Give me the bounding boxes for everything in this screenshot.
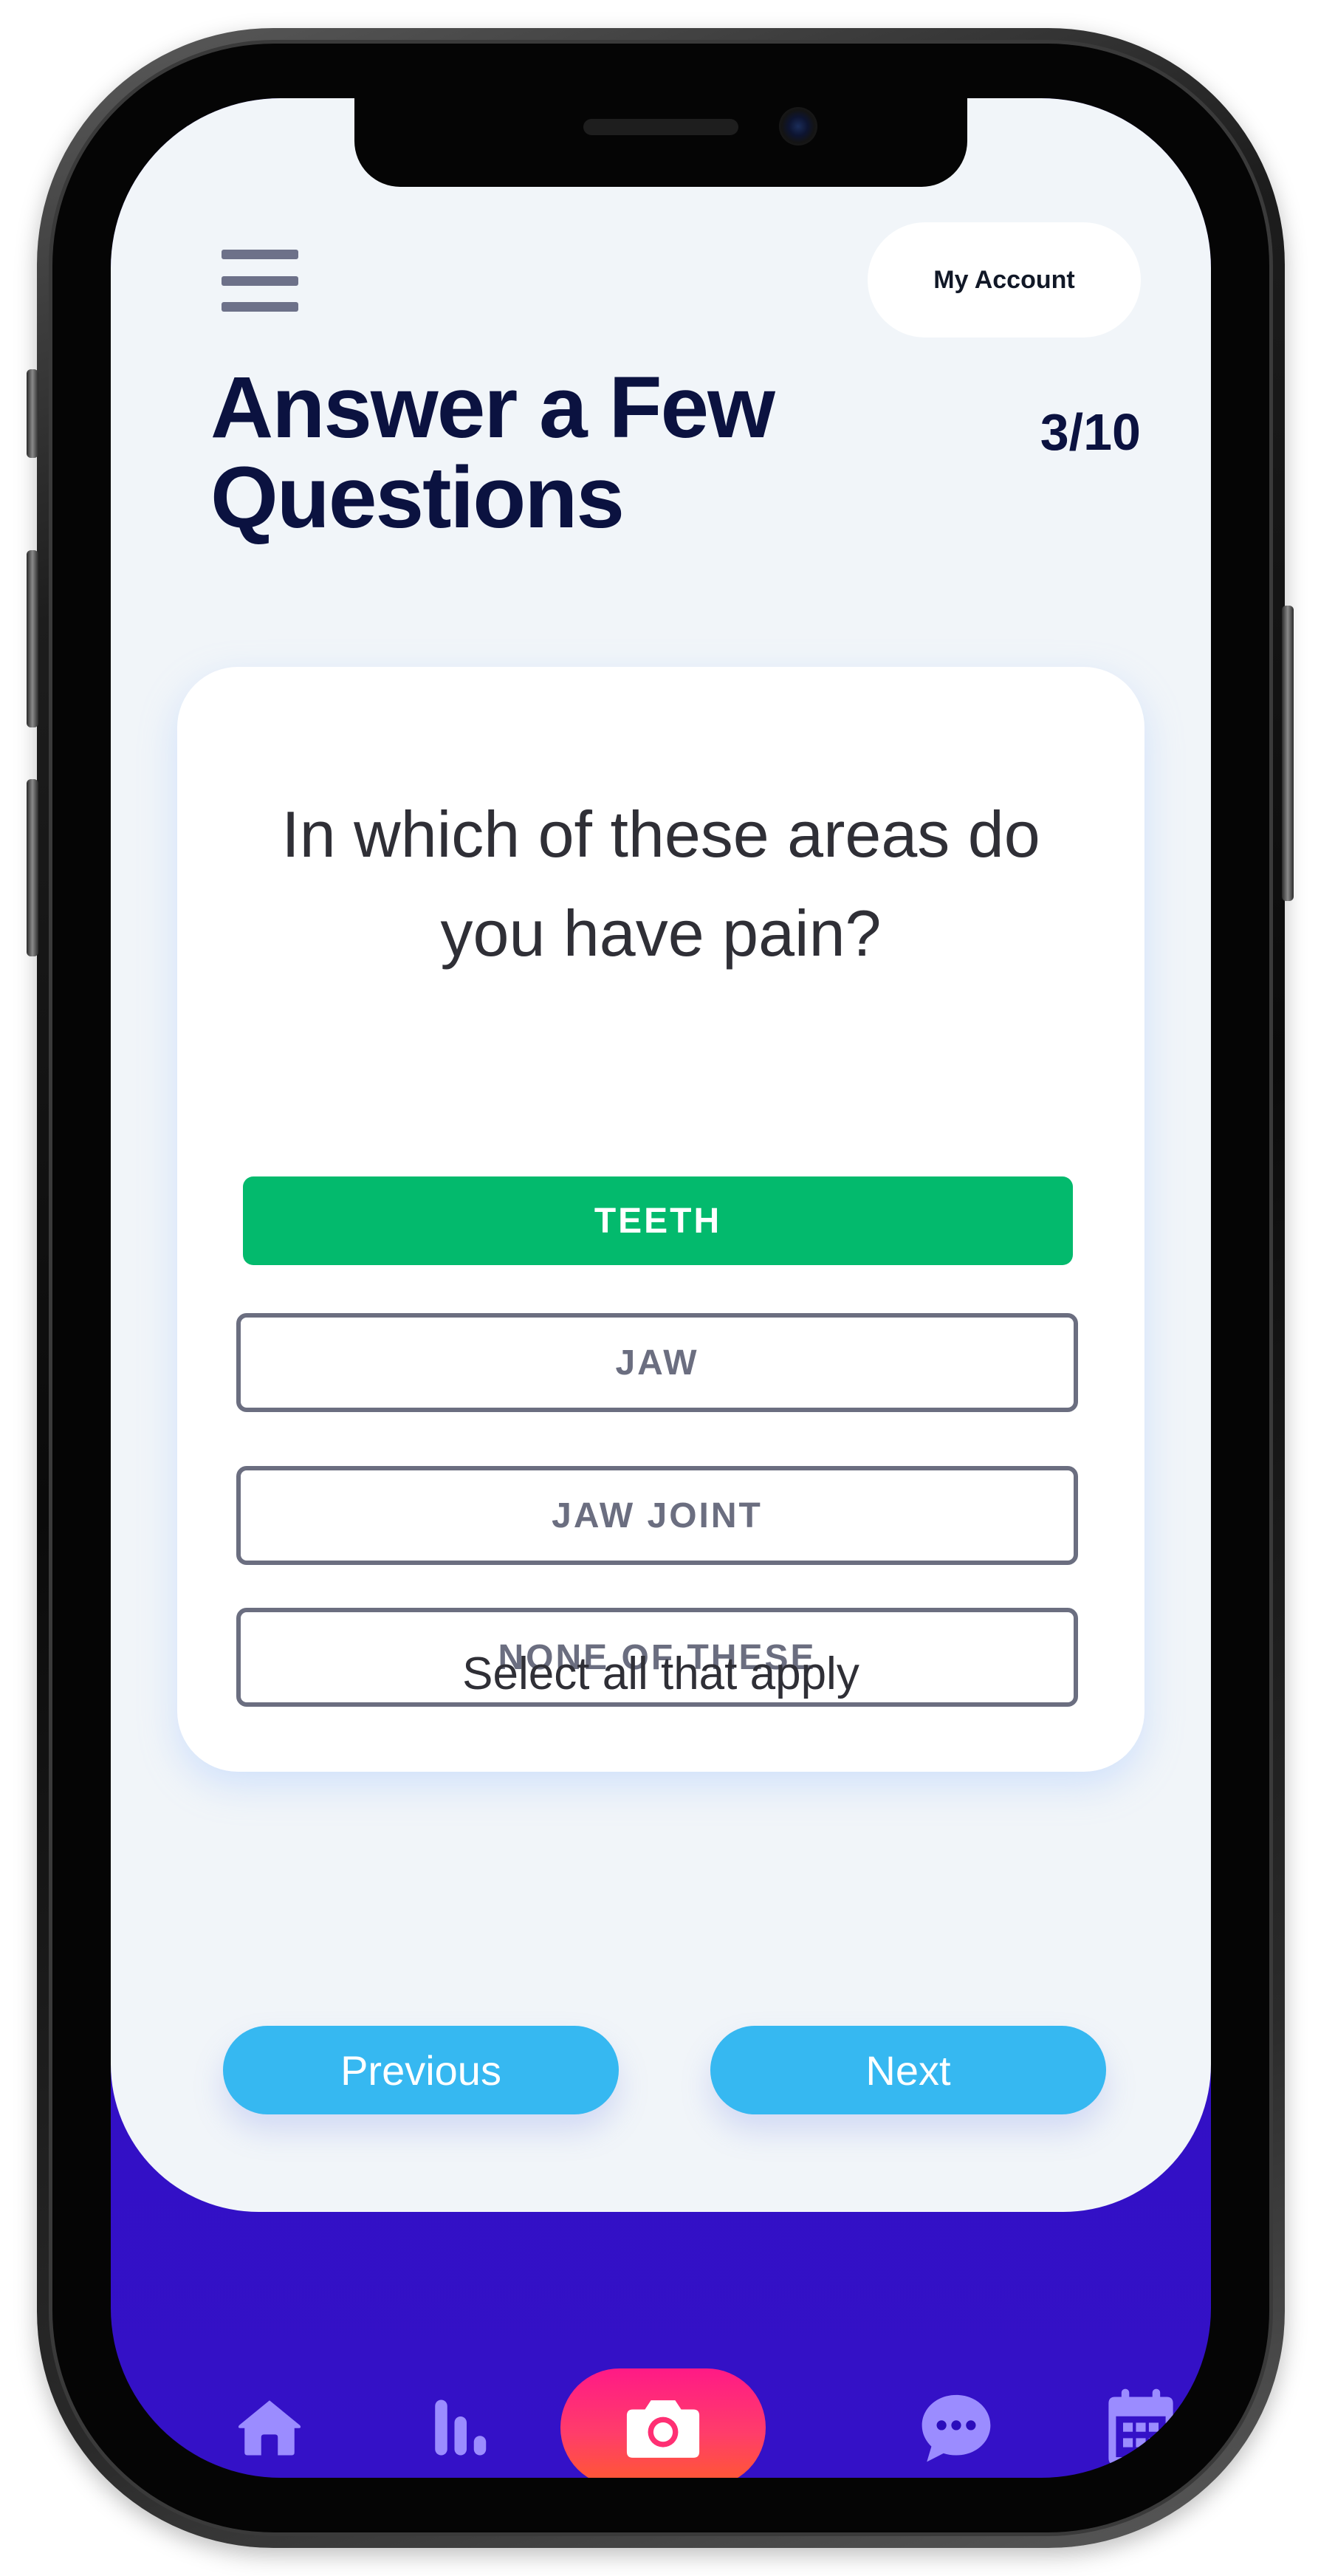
- tab-home[interactable]: [229, 2383, 310, 2472]
- silent-switch: [27, 369, 38, 458]
- menu-icon-bar: [222, 302, 298, 312]
- option-jaw[interactable]: JAW: [236, 1313, 1078, 1412]
- select-all-hint: Select all that apply: [462, 1648, 859, 1699]
- power-button: [1282, 606, 1294, 901]
- bottom-tab-bar: [111, 2212, 1211, 2478]
- question-card: In which of these areas do you have pain…: [177, 667, 1144, 1772]
- phone-screen: My Account Answer a Few Questions 3/10 I…: [111, 98, 1211, 2478]
- stats-icon: [435, 2399, 487, 2456]
- speaker-grille: [583, 119, 738, 135]
- camera-icon: [626, 2400, 700, 2458]
- menu-icon-bar: [222, 250, 298, 259]
- tab-camera[interactable]: [560, 2368, 766, 2478]
- question-text: In which of these areas do you have pain…: [281, 798, 1040, 970]
- volume-up-button: [27, 550, 38, 727]
- tab-calendar[interactable]: [1100, 2376, 1181, 2478]
- option-teeth[interactable]: TEETH: [243, 1176, 1073, 1265]
- my-account-button[interactable]: My Account: [868, 222, 1141, 338]
- option-jaw-joint[interactable]: JAW JOINT: [236, 1466, 1078, 1565]
- page-title: Answer a Few Questions: [210, 359, 775, 547]
- home-icon: [238, 2400, 301, 2456]
- calendar-icon: [1108, 2388, 1173, 2465]
- menu-icon-bar: [222, 275, 298, 286]
- volume-down-button: [27, 779, 38, 956]
- chat-icon: [922, 2394, 991, 2462]
- front-camera: [779, 107, 817, 145]
- tab-chat[interactable]: [908, 2376, 1004, 2478]
- menu-icon[interactable]: [222, 250, 298, 312]
- next-button[interactable]: Next: [710, 2026, 1106, 2114]
- main-content: My Account Answer a Few Questions 3/10 I…: [111, 98, 1211, 2212]
- notch: [354, 98, 967, 187]
- step-counter: 3/10: [1040, 403, 1141, 461]
- previous-button[interactable]: Previous: [223, 2026, 619, 2114]
- tab-stats[interactable]: [419, 2383, 501, 2472]
